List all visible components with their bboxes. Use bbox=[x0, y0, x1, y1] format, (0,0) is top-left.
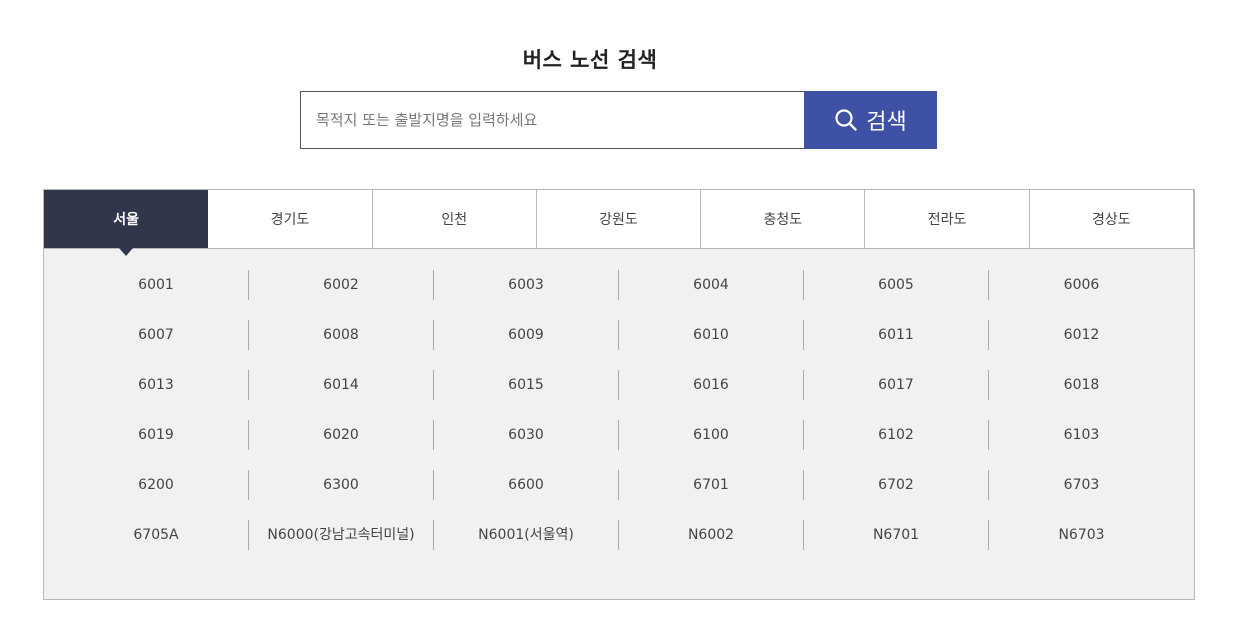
route-link[interactable]: 6004 bbox=[619, 270, 804, 300]
route-link[interactable]: 6002 bbox=[249, 270, 434, 300]
route-link[interactable]: 6015 bbox=[434, 370, 619, 400]
route-link[interactable]: 6008 bbox=[249, 320, 434, 350]
tab-chungcheong[interactable]: 충청도 bbox=[701, 190, 866, 248]
tab-seoul[interactable]: 서울 bbox=[44, 190, 209, 256]
route-link[interactable]: 6012 bbox=[989, 320, 1174, 350]
route-row: 6019 6020 6030 6100 6102 6103 bbox=[64, 420, 1174, 470]
tab-gangwon[interactable]: 강원도 bbox=[536, 190, 702, 248]
route-link[interactable]: 6701 bbox=[619, 470, 804, 500]
route-link[interactable]: 6013 bbox=[64, 370, 249, 400]
route-row: 6200 6300 6600 6701 6702 6703 bbox=[64, 470, 1174, 520]
tab-gyeongsang[interactable]: 경상도 bbox=[1029, 190, 1194, 248]
tab-gyeonggi[interactable]: 경기도 bbox=[208, 190, 373, 248]
route-link[interactable]: 6100 bbox=[619, 420, 804, 450]
route-link[interactable]: 6001 bbox=[64, 270, 249, 300]
route-link[interactable]: 6200 bbox=[64, 470, 249, 500]
route-link[interactable]: 6011 bbox=[804, 320, 989, 350]
route-link[interactable]: 6702 bbox=[804, 470, 989, 500]
route-link[interactable]: 6003 bbox=[434, 270, 619, 300]
route-list: 6001 6002 6003 6004 6005 6006 6007 6008 … bbox=[64, 270, 1174, 570]
route-link[interactable]: 6020 bbox=[249, 420, 434, 450]
search-button-label: 검색 bbox=[866, 110, 907, 135]
route-link[interactable]: N6001(서울역) bbox=[434, 520, 619, 550]
route-row: 6705A N6000(강남고속터미널) N6001(서울역) N6002 N6… bbox=[64, 520, 1174, 570]
route-link[interactable]: N6701 bbox=[804, 520, 989, 550]
route-link[interactable]: 6018 bbox=[989, 370, 1174, 400]
tab-jeolla[interactable]: 전라도 bbox=[865, 190, 1030, 248]
tab-incheon[interactable]: 인천 bbox=[372, 190, 537, 248]
route-link[interactable]: 6005 bbox=[804, 270, 989, 300]
page-title: 버스 노선 검색 bbox=[522, 48, 658, 72]
search-bar: 검색 bbox=[300, 91, 937, 149]
route-panel: 서울 경기도 인천 강원도 충청도 전라도 경상도 6001 6002 6003… bbox=[43, 189, 1195, 600]
search-input[interactable] bbox=[300, 91, 805, 149]
route-link[interactable]: 6600 bbox=[434, 470, 619, 500]
route-link[interactable]: 6030 bbox=[434, 420, 619, 450]
route-link[interactable]: 6019 bbox=[64, 420, 249, 450]
route-link[interactable]: N6703 bbox=[989, 520, 1174, 550]
route-link[interactable]: 6102 bbox=[804, 420, 989, 450]
route-row: 6013 6014 6015 6016 6017 6018 bbox=[64, 370, 1174, 420]
route-row: 6001 6002 6003 6004 6005 6006 bbox=[64, 270, 1174, 320]
search-icon bbox=[834, 108, 858, 132]
route-link[interactable]: 6705A bbox=[64, 520, 249, 550]
route-row: 6007 6008 6009 6010 6011 6012 bbox=[64, 320, 1174, 370]
search-button[interactable]: 검색 bbox=[804, 91, 937, 149]
route-link[interactable]: 6007 bbox=[64, 320, 249, 350]
route-link[interactable]: 6703 bbox=[989, 470, 1174, 500]
route-link[interactable]: 6017 bbox=[804, 370, 989, 400]
route-link[interactable]: 6006 bbox=[989, 270, 1174, 300]
region-tabs: 서울 경기도 인천 강원도 충청도 전라도 경상도 bbox=[44, 190, 1194, 256]
route-link[interactable]: 6300 bbox=[249, 470, 434, 500]
route-link[interactable]: 6016 bbox=[619, 370, 804, 400]
route-link[interactable]: 6010 bbox=[619, 320, 804, 350]
route-link[interactable]: 6103 bbox=[989, 420, 1174, 450]
route-link[interactable]: 6014 bbox=[249, 370, 434, 400]
route-link[interactable]: 6009 bbox=[434, 320, 619, 350]
route-link[interactable]: N6002 bbox=[619, 520, 804, 550]
route-link[interactable]: N6000(강남고속터미널) bbox=[249, 520, 434, 550]
